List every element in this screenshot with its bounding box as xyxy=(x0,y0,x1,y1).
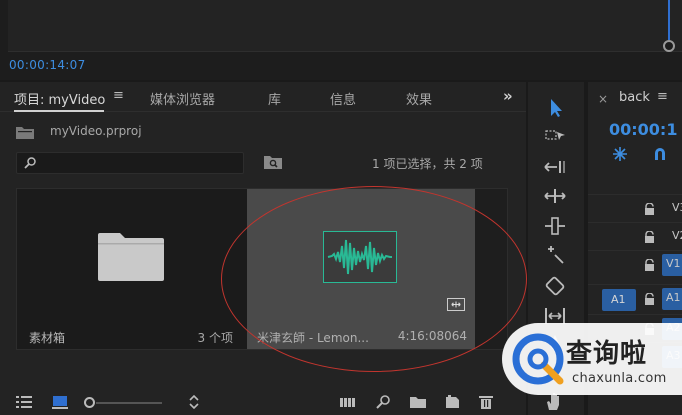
program-monitor: 00:00:14:07 xyxy=(0,0,682,80)
track-label: A1 xyxy=(662,288,682,310)
project-panel: 项目: myVideo ≡ 媒体浏览器 库 信息 效果 » myVideo.pr… xyxy=(0,82,526,415)
ripple-edit-tool-icon[interactable] xyxy=(543,157,567,177)
track-select-tool-icon[interactable] xyxy=(543,126,567,146)
track-v3[interactable]: V3 xyxy=(588,194,682,222)
active-tab-underline xyxy=(14,110,104,112)
hand-tool-icon[interactable] xyxy=(543,392,567,412)
slip-tool-icon[interactable] xyxy=(543,276,567,296)
monitor-timecode[interactable]: 00:00:14:07 xyxy=(9,58,86,72)
nest-sequence-icon[interactable] xyxy=(612,146,628,162)
zoom-slider-handle[interactable] xyxy=(84,397,95,408)
project-file-icon xyxy=(16,127,34,139)
track-lock-icon[interactable] xyxy=(644,259,655,271)
tab-effects[interactable]: 效果 xyxy=(406,89,432,108)
more-tabs-icon[interactable]: » xyxy=(503,87,513,105)
new-item-icon[interactable] xyxy=(444,395,460,409)
track-label: V2 xyxy=(672,229,682,242)
automate-to-sequence-icon[interactable] xyxy=(340,395,356,409)
panel-tabs: 项目: myVideo ≡ 媒体浏览器 库 信息 效果 » xyxy=(0,82,526,112)
tab-project[interactable]: 项目: myVideo xyxy=(14,89,105,108)
bin-name: 素材箱 xyxy=(29,331,66,345)
icon-view-icon[interactable] xyxy=(52,395,68,409)
find-icon[interactable] xyxy=(264,155,282,169)
project-file-name: myVideo.prproj xyxy=(50,124,142,138)
close-sequence-icon[interactable]: × xyxy=(598,92,608,106)
razor-tool-icon[interactable] xyxy=(543,245,567,265)
project-bottom-bar xyxy=(0,387,526,415)
watermark: 查询啦 chaxunla.com xyxy=(502,323,682,395)
project-items-grid: 素材箱 3 个项 米津玄師 - Lemon... 4:16:08064 xyxy=(16,188,508,350)
selection-tool-icon[interactable] xyxy=(543,98,567,118)
search-input[interactable] xyxy=(43,155,239,171)
sequence-tab[interactable]: back xyxy=(619,90,650,105)
zoom-slider-track[interactable] xyxy=(96,402,162,404)
find-media-icon[interactable] xyxy=(376,395,392,409)
bin-item[interactable]: 素材箱 3 个项 xyxy=(17,189,247,349)
audio-thumbnail xyxy=(323,231,397,283)
audio-clip-duration: 4:16:08064 xyxy=(397,329,467,343)
track-label: V3 xyxy=(672,201,682,214)
snap-magnet-icon[interactable] xyxy=(652,146,668,162)
timeline-menu-icon[interactable]: ≡ xyxy=(657,89,668,104)
track-a1[interactable]: A1 A1 xyxy=(588,284,682,312)
tab-info[interactable]: 信息 xyxy=(330,89,356,108)
waveform-icon xyxy=(327,239,392,275)
folder-icon xyxy=(98,233,164,281)
track-lock-icon[interactable] xyxy=(644,231,655,243)
track-lock-icon[interactable] xyxy=(644,293,655,305)
rate-stretch-tool-icon[interactable] xyxy=(543,216,567,236)
monitor-scrub-handle[interactable] xyxy=(663,40,675,52)
track-label: V1 xyxy=(662,254,682,276)
watermark-brand: 查询啦 xyxy=(566,339,648,369)
audio-clip-item[interactable]: 米津玄師 - Lemon... 4:16:08064 xyxy=(247,189,475,349)
search-icon xyxy=(24,157,36,169)
trash-icon[interactable] xyxy=(478,395,494,409)
panel-menu-icon[interactable]: ≡ xyxy=(113,88,124,103)
watermark-logo-icon xyxy=(512,333,564,385)
watermark-url: chaxunla.com xyxy=(572,371,667,386)
new-bin-icon[interactable] xyxy=(410,395,426,409)
search-box xyxy=(16,152,244,174)
selection-status: 1 项已选择，共 2 项 xyxy=(372,157,483,171)
audio-clip-badge-icon xyxy=(447,298,465,311)
track-lock-icon[interactable] xyxy=(644,203,655,215)
track-v1[interactable]: V1 xyxy=(588,250,682,278)
list-view-icon[interactable] xyxy=(16,395,32,409)
monitor-view xyxy=(8,0,682,52)
sort-icon[interactable] xyxy=(186,395,202,409)
track-v2[interactable]: V2 xyxy=(588,222,682,250)
tab-libraries[interactable]: 库 xyxy=(268,89,281,108)
bin-item-count: 3 个项 xyxy=(197,331,233,345)
audio-clip-name: 米津玄師 - Lemon... xyxy=(257,331,369,345)
timeline-timecode[interactable]: 00:00:1 xyxy=(609,120,677,139)
rolling-edit-tool-icon[interactable] xyxy=(543,186,567,206)
monitor-scrub-line xyxy=(668,0,670,40)
tab-media-browser[interactable]: 媒体浏览器 xyxy=(150,89,215,108)
source-patch-a1[interactable]: A1 xyxy=(602,289,636,311)
